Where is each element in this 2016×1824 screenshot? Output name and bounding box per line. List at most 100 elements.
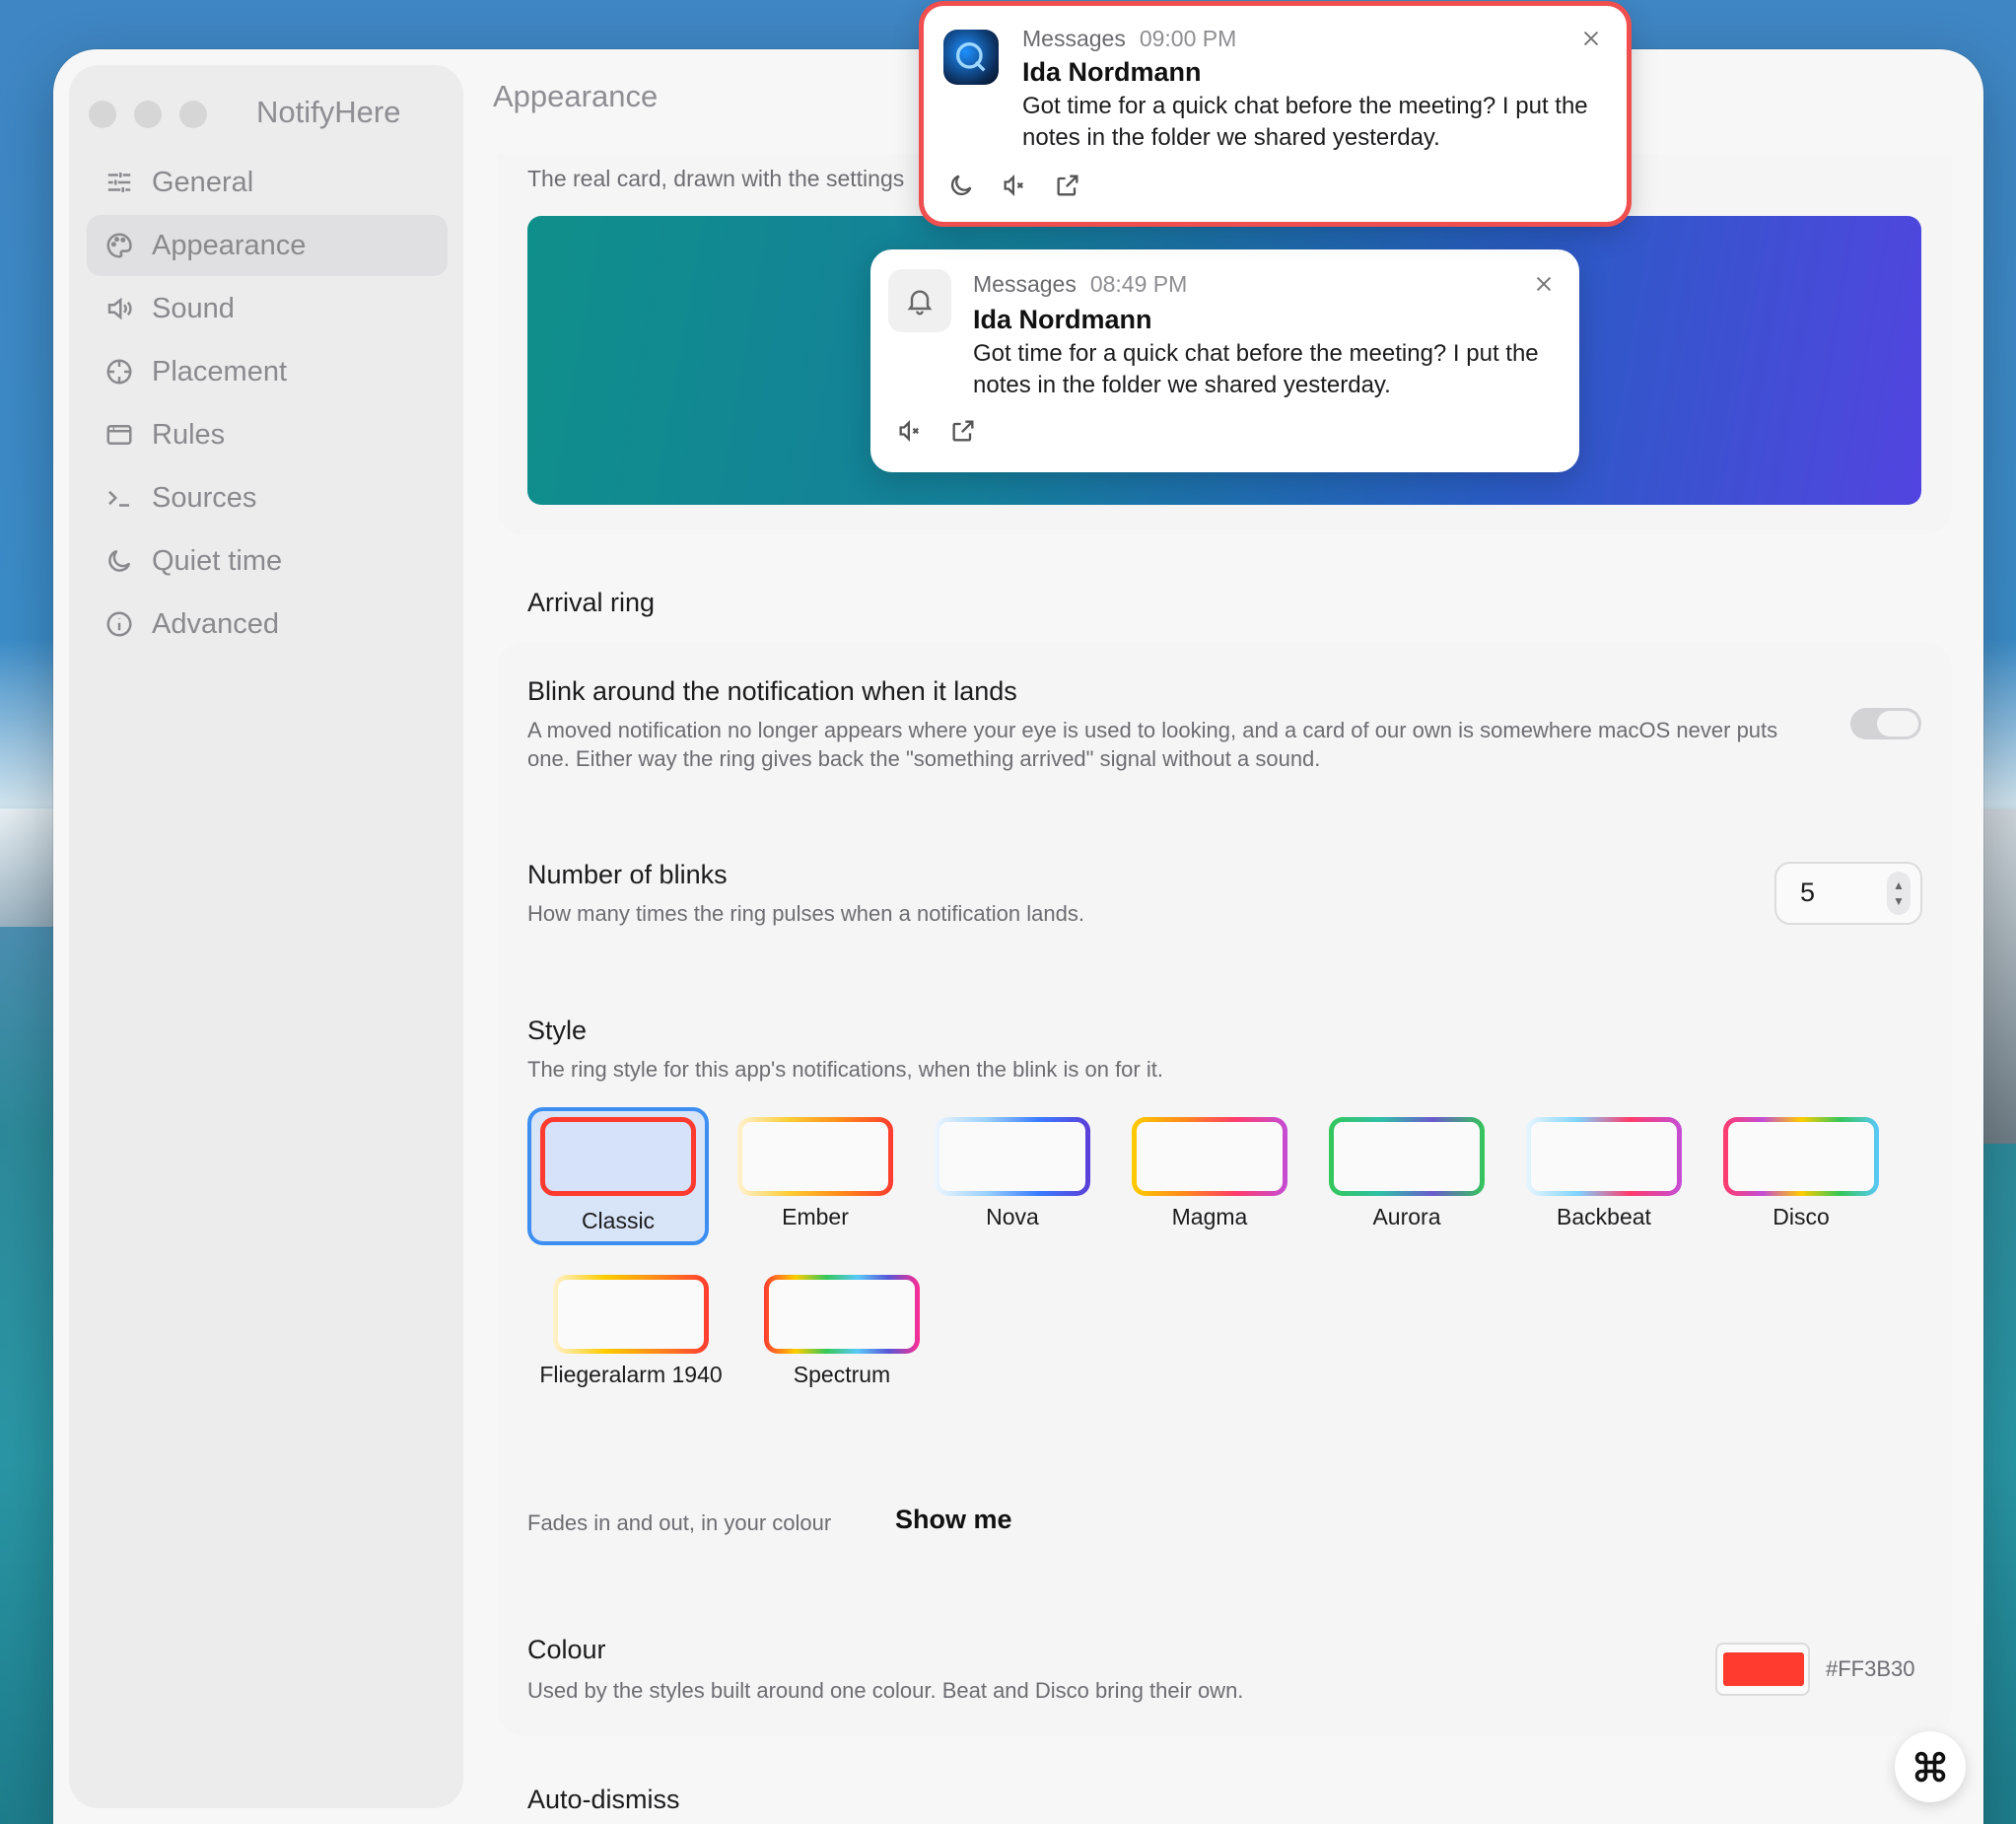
zoom-window-button[interactable] xyxy=(179,101,207,128)
style-option-spectrum[interactable]: Spectrum xyxy=(751,1265,933,1403)
sidebar-item-placement[interactable]: Placement xyxy=(87,341,448,402)
notification-message: Got time for a quick chat before the mee… xyxy=(1022,93,1588,151)
section-title-auto-dismiss: Auto-dismiss xyxy=(527,1785,680,1814)
chevron-up-icon[interactable]: ▲ xyxy=(1893,877,1905,893)
preview-notification-card: Messages 08:49 PM Ida Nordmann Got time f… xyxy=(870,249,1579,472)
section-title-arrival-ring: Arrival ring xyxy=(527,588,656,617)
colour-hex-value: #FF3B30 xyxy=(1826,1656,1915,1681)
notification-app-name: Messages xyxy=(973,271,1077,297)
show-me-button[interactable]: Show me xyxy=(895,1505,1012,1535)
colour-picker[interactable] xyxy=(1715,1643,1810,1696)
command-button[interactable] xyxy=(1895,1731,1966,1802)
colour-title: Colour xyxy=(527,1635,606,1664)
sidebar-item-sources[interactable]: Sources xyxy=(87,467,448,528)
ring-swatch xyxy=(1132,1117,1287,1196)
ring-swatch xyxy=(737,1117,893,1196)
window-icon xyxy=(103,418,136,452)
style-option-backbeat[interactable]: Backbeat xyxy=(1513,1107,1695,1245)
style-option-label: Disco xyxy=(1773,1204,1830,1229)
sidebar-item-general[interactable]: General xyxy=(87,152,448,213)
ring-swatch xyxy=(935,1117,1090,1196)
sidebar-item-label: Placement xyxy=(152,355,288,387)
style-option-aurora[interactable]: Aurora xyxy=(1316,1107,1497,1245)
notification-actions xyxy=(896,417,977,450)
sidebar-item-label: Quiet time xyxy=(152,544,283,577)
sidebar-item-rules[interactable]: Rules xyxy=(87,404,448,465)
sidebar-item-label: Sources xyxy=(152,481,257,514)
sidebar-item-label: Advanced xyxy=(152,607,279,640)
style-option-label: Classic xyxy=(581,1208,656,1233)
sidebar-item-label: Appearance xyxy=(152,229,307,261)
blink-description: A moved notification no longer appears w… xyxy=(527,718,1778,771)
notification-time: 09:00 PM xyxy=(1139,26,1237,51)
blink-toggle[interactable] xyxy=(1850,708,1921,739)
style-title: Style xyxy=(527,1016,588,1045)
style-option-label: Ember xyxy=(782,1204,849,1229)
mute-icon[interactable] xyxy=(1001,172,1028,204)
style-option-label: Magma xyxy=(1171,1204,1248,1229)
blinks-value[interactable]: 5 xyxy=(1800,877,1815,908)
moon-icon[interactable] xyxy=(947,172,975,204)
close-icon[interactable] xyxy=(1580,28,1604,51)
ring-swatch xyxy=(553,1275,709,1354)
style-option-label: Backbeat xyxy=(1557,1204,1651,1229)
style-option-nova[interactable]: Nova xyxy=(922,1107,1103,1245)
ring-swatch xyxy=(1526,1117,1682,1196)
background-mountain-left xyxy=(0,808,59,927)
style-hint: Fades in and out, in your colour xyxy=(527,1510,832,1535)
terminal-icon xyxy=(103,481,136,515)
bell-icon xyxy=(888,269,951,332)
speaker-icon xyxy=(103,292,136,325)
open-external-icon[interactable] xyxy=(1054,172,1081,204)
app-name: NotifyHere xyxy=(256,95,401,129)
style-option-label: Nova xyxy=(986,1204,1039,1229)
colour-description: Used by the styles built around one colo… xyxy=(527,1678,1244,1703)
blink-title: Blink around the notification when it la… xyxy=(527,676,1017,706)
notification-actions xyxy=(947,172,1081,204)
style-option-fliegeralarm-1940[interactable]: Fliegeralarm 1940 xyxy=(539,1265,723,1403)
preview-caption: The real card, drawn with the settings xyxy=(527,166,905,191)
colour-fill xyxy=(1723,1652,1804,1686)
sidebar-nav: General Appearance Sound Placement Rules… xyxy=(87,152,448,657)
ring-swatch xyxy=(1329,1117,1485,1196)
messages-app-icon xyxy=(943,30,999,85)
info-icon xyxy=(103,607,136,641)
style-option-magma[interactable]: Magma xyxy=(1119,1107,1300,1245)
chevron-down-icon[interactable]: ▼ xyxy=(1893,893,1905,909)
blinks-description: How many times the ring pulses when a no… xyxy=(527,901,1084,926)
sidebar-item-label: Sound xyxy=(152,292,235,324)
style-option-classic[interactable]: Classic xyxy=(527,1107,709,1245)
style-option-label: Spectrum xyxy=(793,1362,891,1387)
mute-icon[interactable] xyxy=(896,417,924,450)
sidebar-item-appearance[interactable]: Appearance xyxy=(87,215,448,276)
sidebar-item-advanced[interactable]: Advanced xyxy=(87,594,448,655)
notification-message: Got time for a quick chat before the mee… xyxy=(973,340,1539,398)
notification-sender: Ida Nordmann xyxy=(1022,57,1202,87)
ring-swatch xyxy=(764,1275,920,1354)
window-controls xyxy=(89,101,207,128)
style-option-label: Aurora xyxy=(1372,1204,1441,1229)
sidebar: NotifyHere General Appearance Sound Plac… xyxy=(69,65,463,1808)
ring-swatch xyxy=(540,1117,696,1196)
ring-swatch xyxy=(1723,1117,1879,1196)
live-notification-card[interactable]: Messages 09:00 PM Ida Nordmann Got time f… xyxy=(924,6,1627,222)
sliders-icon xyxy=(103,166,136,199)
open-external-icon[interactable] xyxy=(949,417,977,450)
notification-app-name: Messages xyxy=(1022,26,1126,51)
style-option-ember[interactable]: Ember xyxy=(725,1107,906,1245)
command-icon xyxy=(1914,1751,1946,1783)
style-option-label: Fliegeralarm 1940 xyxy=(539,1362,723,1387)
style-option-disco[interactable]: Disco xyxy=(1710,1107,1892,1245)
close-icon[interactable] xyxy=(1533,273,1557,297)
sidebar-item-sound[interactable]: Sound xyxy=(87,278,448,339)
sidebar-item-label: Rules xyxy=(152,418,226,451)
sidebar-item-quiet-time[interactable]: Quiet time xyxy=(87,530,448,592)
crosshair-icon xyxy=(103,355,136,388)
blinks-stepper[interactable]: 5 ▲ ▼ xyxy=(1774,862,1922,925)
close-window-button[interactable] xyxy=(89,101,116,128)
sidebar-item-label: General xyxy=(152,166,254,198)
stepper-arrows[interactable]: ▲ ▼ xyxy=(1887,872,1911,915)
page-title: Appearance xyxy=(493,79,659,113)
minimize-window-button[interactable] xyxy=(134,101,162,128)
notification-sender: Ida Nordmann xyxy=(973,305,1152,334)
